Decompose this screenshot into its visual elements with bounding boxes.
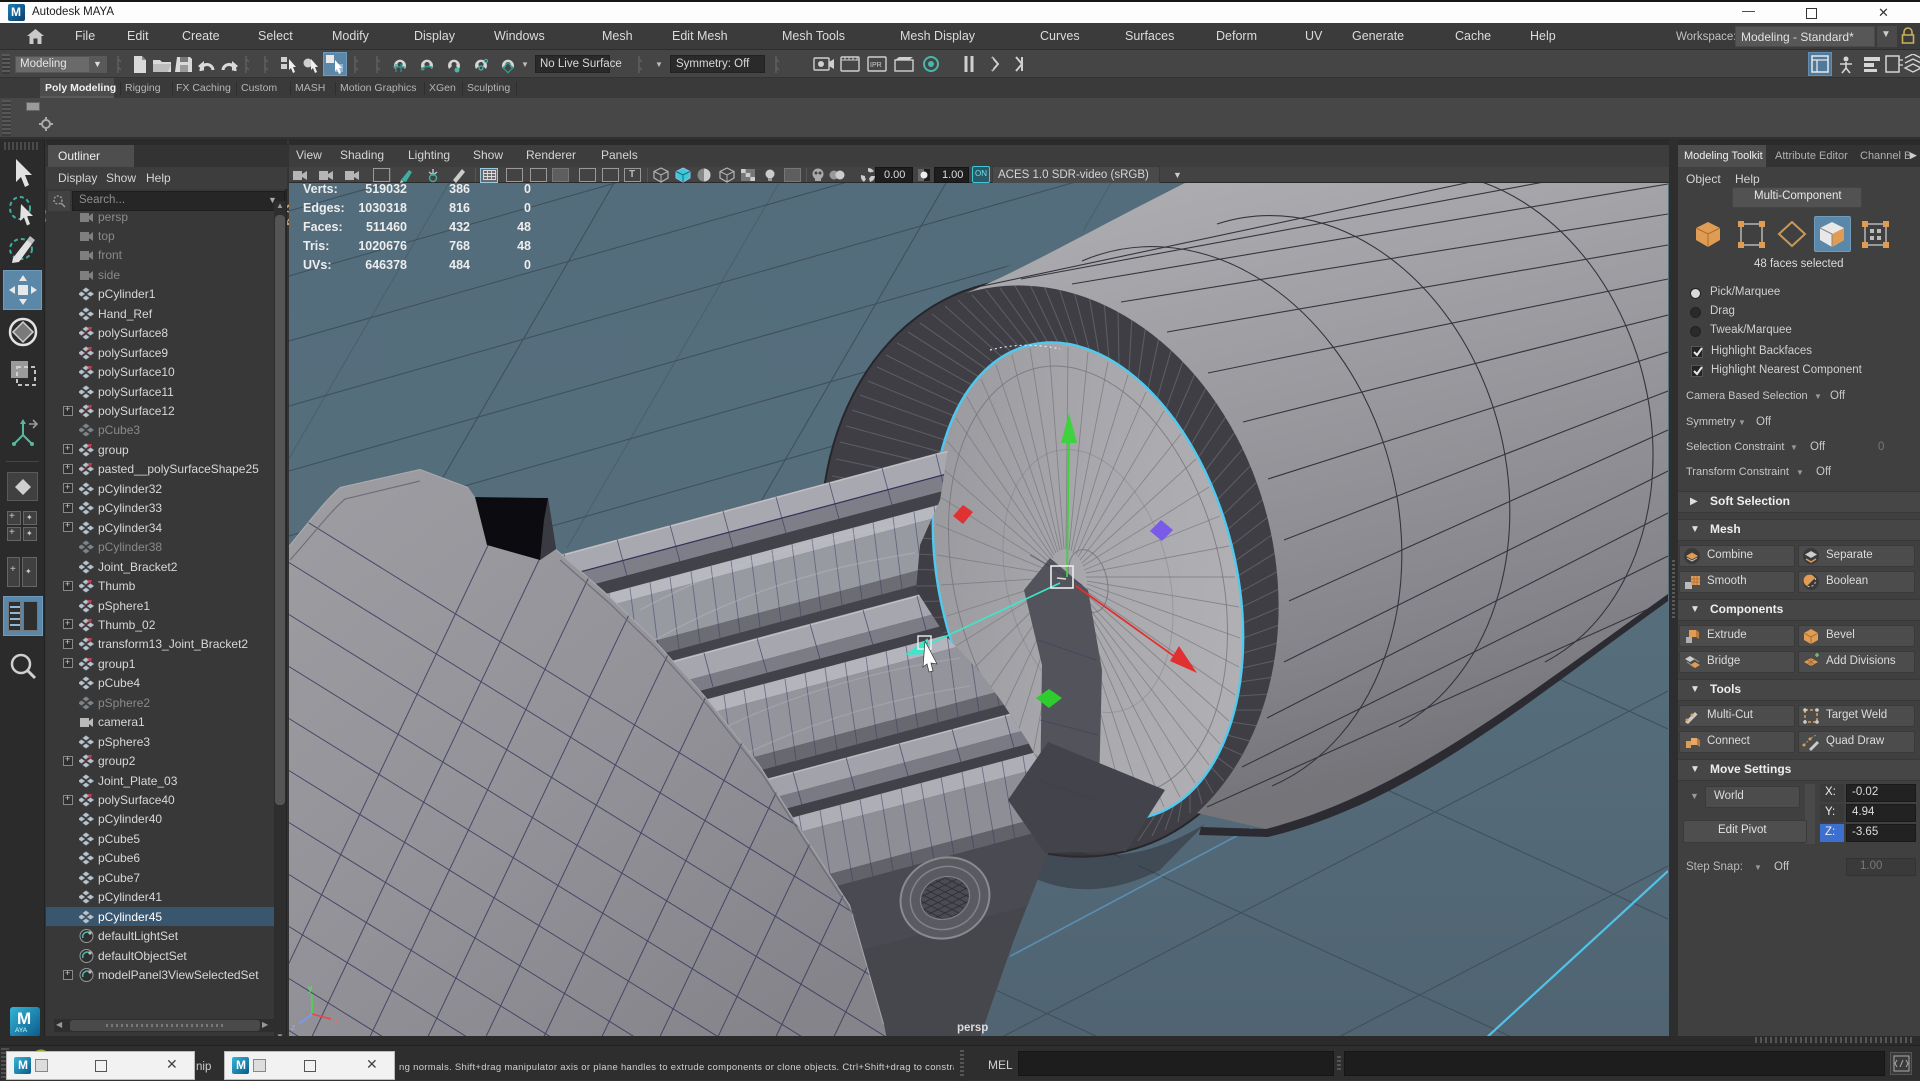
svg-text:UVs:: UVs:	[303, 258, 331, 272]
svg-text:Faces:: Faces:	[303, 220, 343, 234]
svg-text:IPR: IPR	[870, 62, 882, 69]
svg-text:646378: 646378	[365, 258, 407, 272]
svg-text:484: 484	[449, 258, 470, 272]
svg-text:511460: 511460	[366, 220, 407, 234]
svg-text:x: x	[334, 1016, 339, 1026]
svg-text:432: 432	[449, 220, 470, 234]
svg-text:z: z	[291, 1022, 296, 1032]
svg-text:768: 768	[449, 239, 470, 253]
svg-text:1020676: 1020676	[358, 239, 407, 253]
svg-text:48: 48	[517, 239, 531, 253]
svg-text:1030318: 1030318	[358, 201, 407, 215]
svg-text:816: 816	[449, 201, 470, 215]
svg-text:519032: 519032	[365, 183, 407, 196]
svg-text:48: 48	[517, 220, 531, 234]
svg-text:Verts:: Verts:	[303, 183, 338, 196]
svg-text:Tris:: Tris:	[303, 239, 329, 253]
svg-text:Edges:: Edges:	[303, 201, 345, 215]
svg-text:y: y	[308, 983, 313, 993]
svg-text:0: 0	[524, 258, 531, 272]
svg-text:persp: persp	[957, 1022, 988, 1034]
svg-text:0: 0	[524, 183, 531, 196]
svg-text:386: 386	[449, 183, 470, 196]
svg-text:0: 0	[524, 201, 531, 215]
